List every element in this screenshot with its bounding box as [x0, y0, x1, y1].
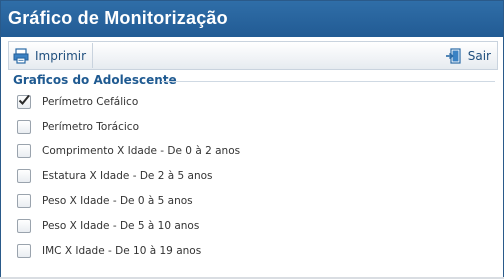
checkbox[interactable] [17, 169, 31, 183]
section-title: Graficos do Adolescente [13, 73, 177, 87]
checkbox-item-imc-idade[interactable]: IMC X Idade - De 10 à 19 anos [17, 242, 201, 260]
title-bar[interactable]: Gráfico de Monitorização [1, 1, 503, 37]
checkbox-item-peso-idade-5-10[interactable]: Peso X Idade - De 5 à 10 anos [17, 217, 199, 235]
checkbox[interactable] [17, 94, 31, 109]
checkbox[interactable] [17, 194, 31, 208]
print-label: Imprimir [35, 48, 87, 63]
checkbox-item-estatura-idade[interactable]: Estatura X Idade - De 2 à 5 anos [17, 167, 213, 185]
checkbox-label: Perímetro Cefálico [42, 96, 139, 108]
checkbox[interactable] [17, 244, 31, 258]
exit-label: Sair [467, 48, 491, 63]
dialog-window: Gráfico de Monitorização Imprimir Sair G… [0, 0, 504, 279]
checkbox-label: Comprimento X Idade - De 0 à 2 anos [42, 145, 241, 157]
exit-door-icon [445, 47, 461, 64]
checkbox-item-peso-idade-0-5[interactable]: Peso X Idade - De 0 à 5 anos [17, 192, 193, 210]
checkbox-label: Estatura X Idade - De 2 à 5 anos [42, 170, 213, 182]
window-title: Gráfico de Monitorização [8, 8, 228, 28]
toolbar: Imprimir Sair [8, 41, 498, 70]
section-divider [161, 81, 495, 82]
checkbox-label: IMC X Idade - De 10 à 19 anos [42, 245, 202, 257]
checkbox[interactable] [17, 219, 31, 233]
print-button[interactable]: Imprimir [12, 43, 94, 68]
checkbox[interactable] [17, 120, 31, 134]
checkbox-item-comprimento-idade[interactable]: Comprimento X Idade - De 0 à 2 anos [17, 142, 240, 160]
checkbox[interactable] [17, 144, 31, 158]
checkbox-label: Perímetro Torácico [42, 121, 139, 133]
printer-icon [13, 47, 29, 64]
checkbox-label: Peso X Idade - De 5 à 10 anos [42, 220, 200, 232]
checkbox-label: Peso X Idade - De 0 à 5 anos [42, 195, 193, 207]
exit-button[interactable]: Sair [445, 43, 491, 68]
checkmark-icon [18, 94, 30, 105]
checkbox-item-perimetro-toracico[interactable]: Perímetro Torácico [17, 118, 139, 136]
checkbox-item-perimetro-cefalico[interactable]: Perímetro Cefálico [17, 93, 138, 111]
